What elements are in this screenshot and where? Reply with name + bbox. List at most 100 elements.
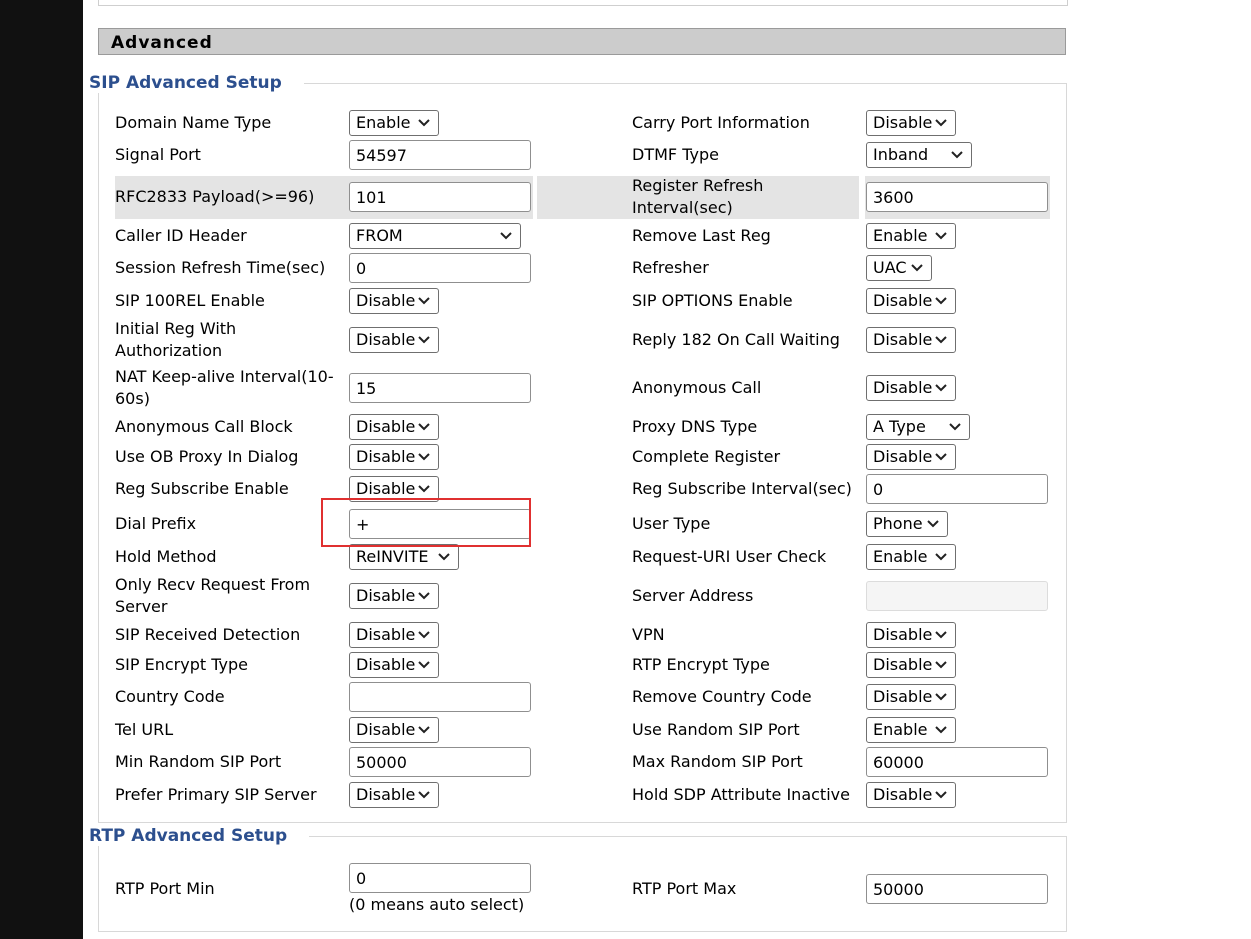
signal-port-input[interactable] <box>349 140 531 170</box>
refresher-value: UAC <box>873 258 907 277</box>
caller-id-header-label: Caller ID Header <box>115 226 247 245</box>
rtp-port-max-input[interactable] <box>866 874 1048 904</box>
sip-encrypt-type-value: Disable <box>356 655 416 674</box>
chevron-down-icon <box>418 119 430 127</box>
refresher-select[interactable]: UAC <box>866 255 932 281</box>
max-random-sip-port-input[interactable] <box>866 747 1048 777</box>
tel-url-label: Tel URL <box>115 720 174 739</box>
reply-182-on-call-waiting-value: Disable <box>873 330 933 349</box>
prefer-primary-sip-server-select[interactable]: Disable <box>349 782 439 808</box>
rtp-advanced-setup-legend: RTP Advanced Setup <box>89 826 310 846</box>
previous-section-box <box>98 0 1068 6</box>
sip-options-enable-label: SIP OPTIONS Enable <box>632 291 793 310</box>
rtp-port-min-note: (0 means auto select) <box>349 895 525 914</box>
chevron-down-icon <box>935 726 947 734</box>
request-uri-user-check-value: Enable <box>873 547 928 566</box>
reg-subscribe-interval-input[interactable] <box>866 474 1048 504</box>
register-refresh-interval-label: Register Refresh Interval(sec) <box>632 176 764 217</box>
server-address-label: Server Address <box>632 586 754 605</box>
register-refresh-interval-input[interactable] <box>866 182 1048 212</box>
sip-options-enable-value: Disable <box>873 291 933 310</box>
chevron-down-icon <box>438 553 450 561</box>
session-refresh-time-input[interactable] <box>349 253 531 283</box>
dial-prefix-input[interactable] <box>349 509 531 539</box>
hold-method-label: Hold Method <box>115 547 217 566</box>
proxy-dns-type-label: Proxy DNS Type <box>632 417 758 436</box>
anonymous-call-label: Anonymous Call <box>632 378 762 397</box>
nat-keep-alive-interval-input[interactable] <box>349 373 531 403</box>
reply-182-on-call-waiting-label: Reply 182 On Call Waiting <box>632 330 840 349</box>
hold-sdp-attribute-inactive-select[interactable]: Disable <box>866 782 956 808</box>
refresher-label: Refresher <box>632 258 709 277</box>
min-random-sip-port-label: Min Random SIP Port <box>115 752 282 771</box>
anonymous-call-block-value: Disable <box>356 417 416 436</box>
domain-name-type-select[interactable]: Enable <box>349 110 439 136</box>
use-random-sip-port-select[interactable]: Enable <box>866 717 956 743</box>
sip-received-detection-select[interactable]: Disable <box>349 622 439 648</box>
remove-country-code-label: Remove Country Code <box>632 687 812 706</box>
reg-subscribe-enable-select[interactable]: Disable <box>349 476 439 502</box>
user-type-value: Phone <box>873 514 923 533</box>
initial-reg-with-authorization-select[interactable]: Disable <box>349 327 439 353</box>
hold-sdp-attribute-inactive-label: Hold SDP Attribute Inactive <box>632 785 850 804</box>
only-recv-request-from-server-select[interactable]: Disable <box>349 583 439 609</box>
chevron-down-icon <box>418 631 430 639</box>
complete-register-select[interactable]: Disable <box>866 444 956 470</box>
rtp-encrypt-type-select[interactable]: Disable <box>866 652 956 678</box>
vpn-label: VPN <box>632 625 665 644</box>
anonymous-call-block-select[interactable]: Disable <box>349 414 439 440</box>
chevron-down-icon <box>418 453 430 461</box>
reg-subscribe-enable-label: Reg Subscribe Enable <box>115 479 289 498</box>
sip-100rel-enable-label: SIP 100REL Enable <box>115 291 265 310</box>
anonymous-call-select[interactable]: Disable <box>866 375 956 401</box>
vpn-value: Disable <box>873 625 933 644</box>
dtmf-type-select[interactable]: Inband <box>866 142 972 168</box>
domain-name-type-label: Domain Name Type <box>115 113 272 132</box>
rtp-port-min-input[interactable] <box>349 863 531 893</box>
sip-100rel-enable-select[interactable]: Disable <box>349 288 439 314</box>
user-type-label: User Type <box>632 514 711 533</box>
chevron-down-icon <box>418 336 430 344</box>
request-uri-user-check-select[interactable]: Enable <box>866 544 956 570</box>
dtmf-type-label: DTMF Type <box>632 145 719 164</box>
min-random-sip-port-input[interactable] <box>349 747 531 777</box>
chevron-down-icon <box>935 453 947 461</box>
domain-name-type-value: Enable <box>356 113 411 132</box>
rtp-encrypt-type-value: Disable <box>873 655 933 674</box>
reg-subscribe-enable-value: Disable <box>356 479 416 498</box>
reply-182-on-call-waiting-select[interactable]: Disable <box>866 327 956 353</box>
caller-id-header-select[interactable]: FROM <box>349 223 521 249</box>
chevron-down-icon <box>418 726 430 734</box>
complete-register-label: Complete Register <box>632 447 781 466</box>
use-ob-proxy-in-dialog-value: Disable <box>356 447 416 466</box>
rtp-encrypt-type-label: RTP Encrypt Type <box>632 655 770 674</box>
chevron-down-icon <box>927 520 939 528</box>
proxy-dns-type-select[interactable]: A Type <box>866 414 970 440</box>
server-address-input[interactable] <box>866 581 1048 611</box>
sip-encrypt-type-select[interactable]: Disable <box>349 652 439 678</box>
signal-port-label: Signal Port <box>115 145 201 164</box>
rfc2833-payload-input[interactable] <box>349 182 531 212</box>
chevron-down-icon <box>951 151 963 159</box>
remove-last-reg-select[interactable]: Enable <box>866 223 956 249</box>
only-recv-request-from-server-value: Disable <box>356 586 416 605</box>
use-ob-proxy-in-dialog-select[interactable]: Disable <box>349 444 439 470</box>
remove-country-code-select[interactable]: Disable <box>866 684 956 710</box>
country-code-input[interactable] <box>349 682 531 712</box>
sip-options-enable-select[interactable]: Disable <box>866 288 956 314</box>
carry-port-information-select[interactable]: Disable <box>866 110 956 136</box>
initial-reg-with-authorization-label: Initial Reg With Authorization <box>115 319 237 360</box>
rfc2833-payload-label: RFC2833 Payload(>=96) <box>115 187 315 206</box>
anonymous-call-value: Disable <box>873 378 933 397</box>
proxy-dns-type-value: A Type <box>873 417 926 436</box>
chevron-down-icon <box>935 336 947 344</box>
user-type-select[interactable]: Phone <box>866 511 948 537</box>
chevron-down-icon <box>935 631 947 639</box>
left-dark-panel <box>0 0 83 939</box>
use-random-sip-port-label: Use Random SIP Port <box>632 720 800 739</box>
tel-url-select[interactable]: Disable <box>349 717 439 743</box>
prefer-primary-sip-server-value: Disable <box>356 785 416 804</box>
chevron-down-icon <box>935 661 947 669</box>
hold-method-select[interactable]: ReINVITE <box>349 544 459 570</box>
vpn-select[interactable]: Disable <box>866 622 956 648</box>
